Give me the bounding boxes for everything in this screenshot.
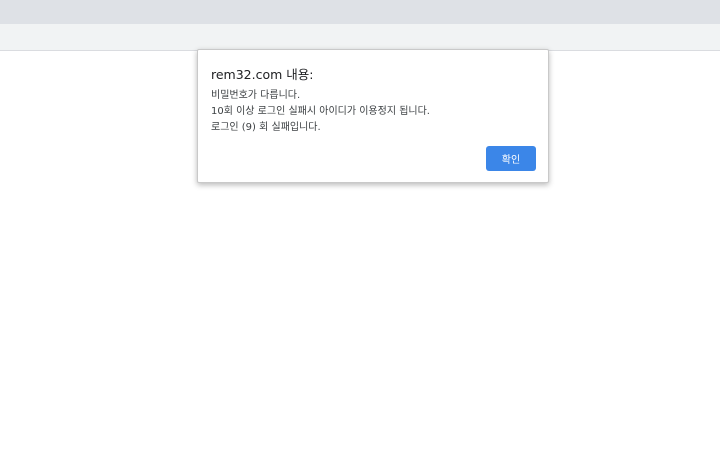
dialog-message: 비밀번호가 다릅니다. 10회 이상 로그인 실패시 아이디가 이용정지 됩니다… [211, 88, 430, 136]
ok-button[interactable]: 확인 [486, 146, 536, 171]
message-line: 로그인 (9) 회 실패입니다. [211, 122, 321, 133]
message-line: 10회 이상 로그인 실패시 아이디가 이용정지 됩니다. [211, 106, 430, 117]
dialog-title: rem32.com 내용: [211, 67, 314, 82]
alert-dialog: rem32.com 내용: 비밀번호가 다릅니다. 10회 이상 로그인 실패시… [197, 49, 549, 183]
browser-toolbar [0, 24, 720, 51]
message-line: 비밀번호가 다릅니다. [211, 90, 301, 101]
browser-tab-strip [0, 0, 720, 24]
